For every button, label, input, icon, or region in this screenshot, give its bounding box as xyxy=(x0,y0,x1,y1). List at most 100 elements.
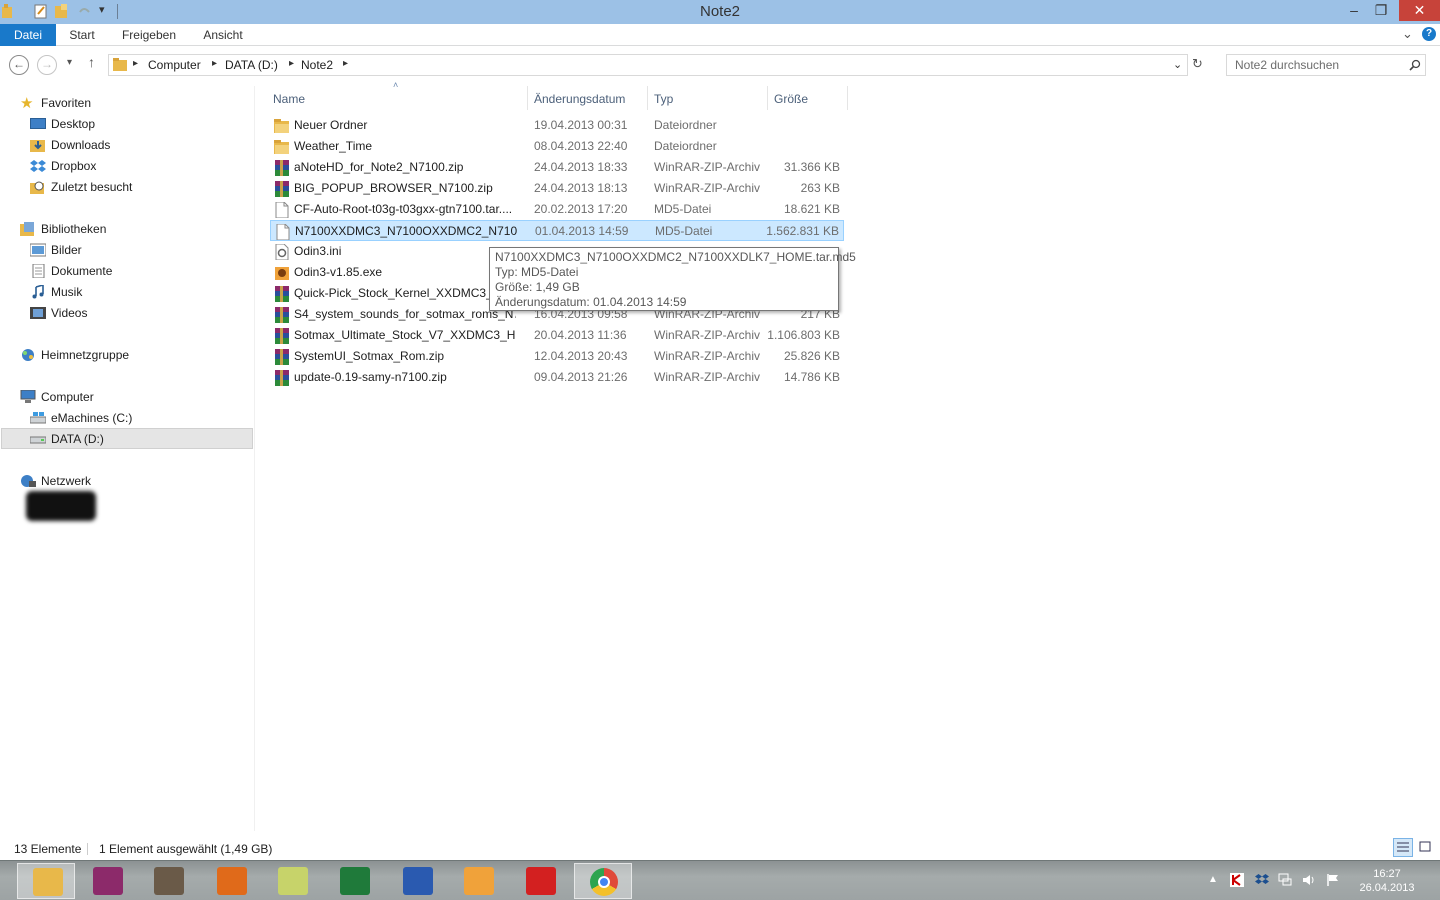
breadcrumb-computer[interactable]: Computer xyxy=(148,58,201,72)
file-name: Weather_Time xyxy=(294,139,373,153)
file-info-tooltip: N7100XXDMC3_N7100OXXDMC2_N7100XXDLK7_HOM… xyxy=(489,247,856,311)
file-row[interactable]: update-0.19-samy-n7100.zip 09.04.2013 21:… xyxy=(270,367,844,388)
downloads-icon xyxy=(30,140,45,152)
show-hidden-icons[interactable]: ▲ xyxy=(1208,874,1222,888)
volume-icon[interactable] xyxy=(1302,873,1316,887)
file-icon xyxy=(274,201,290,219)
clock-time: 16:27 xyxy=(1373,868,1401,880)
kaspersky-tray-icon[interactable] xyxy=(1230,873,1244,887)
file-type: Dateiordner xyxy=(654,118,717,132)
file-name: BIG_POPUP_BROWSER_N7100.zip xyxy=(294,181,493,195)
file-size: 263 KB xyxy=(800,181,840,195)
outlook-icon xyxy=(464,867,494,895)
search-icon[interactable] xyxy=(1409,59,1421,71)
winrar-icon xyxy=(274,370,290,386)
excel-icon xyxy=(340,867,370,895)
taskbar-app[interactable] xyxy=(139,863,197,899)
breadcrumb-note2[interactable]: Note2 xyxy=(301,58,333,72)
taskbar-app[interactable] xyxy=(325,863,383,899)
file-name: Odin3.ini xyxy=(294,244,342,258)
clock[interactable]: 16:27 26.04.2013 xyxy=(1352,867,1422,895)
file-row[interactable]: Neuer Ordner 19.04.2013 00:31 Dateiordner xyxy=(270,115,844,136)
tab-datei[interactable]: Datei xyxy=(0,24,56,46)
taskbar-app[interactable] xyxy=(574,863,632,899)
refresh-icon[interactable]: ↻ xyxy=(1192,56,1203,72)
tab-ansicht[interactable]: Ansicht xyxy=(198,24,248,46)
maximize-button[interactable]: ❐ xyxy=(1367,0,1395,21)
tooltip-type: Typ: MD5-Datei xyxy=(495,265,579,279)
taskbar-app[interactable] xyxy=(78,863,136,899)
address-dropdown-icon[interactable]: ⌄ xyxy=(1173,58,1182,71)
minimize-button[interactable]: – xyxy=(1340,0,1368,21)
star-icon: ★ xyxy=(20,95,34,112)
breadcrumb-separator: ▸ xyxy=(133,58,139,69)
redacted-network-item xyxy=(26,491,96,521)
file-row[interactable]: BIG_POPUP_BROWSER_N7100.zip 24.04.2013 18… xyxy=(270,178,844,199)
word-icon xyxy=(403,867,433,895)
file-row[interactable]: CF-Auto-Root-t03g-t03gxx-gtn7100.tar....… xyxy=(270,199,844,220)
file-size: 1.106.803 KB xyxy=(767,328,840,342)
homegroup-icon xyxy=(22,349,34,361)
column-divider[interactable] xyxy=(847,86,848,110)
action-center-flag-icon[interactable] xyxy=(1326,873,1340,887)
recent-places-icon xyxy=(30,181,44,194)
taskbar-app[interactable] xyxy=(17,863,75,899)
file-row[interactable]: N7100XXDMC3_N7100OXXDMC2_N7100... 01.04.2… xyxy=(270,220,844,241)
recent-locations-icon[interactable]: ▾ xyxy=(67,57,72,68)
taskbar-app[interactable] xyxy=(202,863,260,899)
taskbar-app[interactable] xyxy=(263,863,321,899)
close-button[interactable]: ✕ xyxy=(1399,0,1440,21)
file-explorer-icon xyxy=(33,868,63,896)
winrar-icon xyxy=(274,286,290,302)
column-divider[interactable] xyxy=(767,86,768,110)
music-icon xyxy=(32,285,44,299)
breadcrumb-data-d[interactable]: DATA (D:) xyxy=(225,58,278,72)
column-divider[interactable] xyxy=(527,86,528,110)
column-header-size[interactable]: Größe xyxy=(774,89,808,109)
file-name: Sotmax_Ultimate_Stock_V7_XXDMC3_HD... xyxy=(294,328,516,342)
faststone-icon xyxy=(217,867,247,895)
status-divider xyxy=(87,843,88,855)
status-bar: 13 Elemente 1 Element ausgewählt (1,49 G… xyxy=(0,838,1440,860)
file-name: update-0.19-samy-n7100.zip xyxy=(294,370,447,384)
tab-start[interactable]: Start xyxy=(62,24,102,46)
clock-date: 26.04.2013 xyxy=(1359,882,1415,894)
videos-icon xyxy=(30,307,46,319)
file-row[interactable]: Weather_Time 08.04.2013 22:40 Dateiordner xyxy=(270,136,844,157)
taskbar-app[interactable] xyxy=(388,863,446,899)
file-icon xyxy=(275,223,291,241)
column-header-date[interactable]: Änderungsdatum xyxy=(534,89,625,109)
winrar-icon xyxy=(274,328,290,344)
up-icon[interactable]: ↑ xyxy=(88,54,95,70)
file-list: Name ˄ Änderungsdatum Typ Größe Neuer Or… xyxy=(256,80,1440,831)
forward-button[interactable]: → xyxy=(37,55,57,75)
taskbar-app[interactable] xyxy=(511,863,569,899)
file-row[interactable]: aNoteHD_for_Note2_N7100.zip 24.04.2013 18… xyxy=(270,157,844,178)
file-size: 31.366 KB xyxy=(783,160,840,174)
file-row[interactable]: Sotmax_Ultimate_Stock_V7_XXDMC3_HD... 20.… xyxy=(270,325,844,346)
taskbar-app[interactable] xyxy=(449,863,507,899)
details-view-button[interactable] xyxy=(1393,838,1413,857)
search-input[interactable]: Note2 durchsuchen xyxy=(1226,54,1426,76)
dropbox-icon xyxy=(30,160,46,172)
expand-ribbon-icon[interactable]: ⌄ xyxy=(1402,26,1413,42)
selection-info: 1 Element ausgewählt (1,49 GB) xyxy=(99,842,273,856)
file-row[interactable]: SystemUI_Sotmax_Rom.zip 12.04.2013 20:43 W… xyxy=(270,346,844,367)
help-icon[interactable]: ? xyxy=(1422,27,1436,41)
folder-icon xyxy=(274,118,290,134)
address-bar[interactable]: ▸ Computer ▸ DATA (D:) ▸ Note2 ▸ ⌄ xyxy=(108,54,1188,76)
winrar-icon xyxy=(274,307,290,323)
column-divider[interactable] xyxy=(647,86,648,110)
column-header-name[interactable]: Name xyxy=(273,89,305,109)
notepad-icon xyxy=(278,867,308,895)
tab-freigeben[interactable]: Freigeben xyxy=(117,24,181,46)
back-button[interactable]: ← xyxy=(9,55,29,75)
network-tray-icon[interactable] xyxy=(1278,873,1292,887)
file-type: MD5-Datei xyxy=(655,224,713,238)
large-icons-view-button[interactable] xyxy=(1416,838,1436,857)
file-type: WinRAR-ZIP-Archiv xyxy=(654,349,761,363)
tooltip-modified: Änderungsdatum: 01.04.2013 14:59 xyxy=(495,295,687,309)
dropbox-tray-icon[interactable] xyxy=(1255,873,1269,887)
column-header-type[interactable]: Typ xyxy=(654,89,673,109)
winrar-icon xyxy=(274,160,290,176)
